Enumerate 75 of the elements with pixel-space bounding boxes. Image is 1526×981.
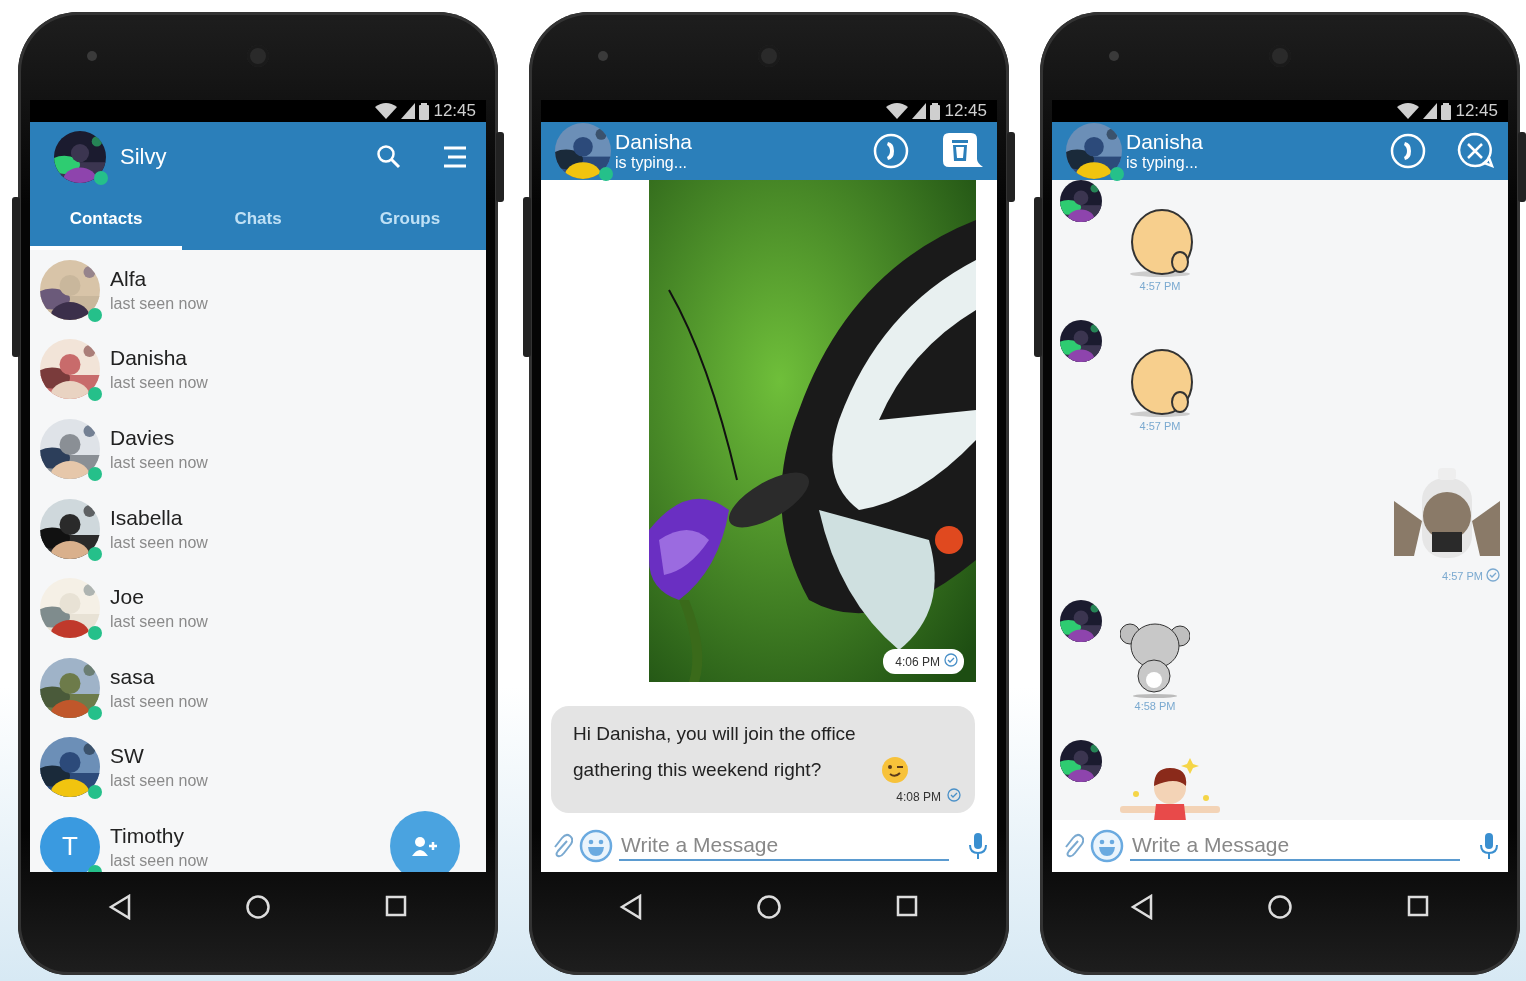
back-icon[interactable] <box>619 894 643 920</box>
battery-icon <box>419 102 430 120</box>
close-icon[interactable] <box>1456 132 1494 170</box>
menu-icon[interactable] <box>442 145 468 169</box>
call-icon[interactable] <box>1390 133 1426 169</box>
contact-name[interactable]: sasa <box>110 664 208 689</box>
call-icon[interactable] <box>873 133 909 169</box>
message-time: 4:58 PM <box>1134 700 1176 712</box>
status-time: 12:45 <box>433 101 476 121</box>
wifi-icon <box>1397 103 1420 119</box>
contact-status: last seen now <box>110 294 208 313</box>
status-time: 12:45 <box>944 101 987 121</box>
message-text: Hi Danisha, you will join the office gathering this weekend right? <box>573 722 857 782</box>
battery-icon <box>1441 102 1452 120</box>
back-icon[interactable] <box>108 894 132 920</box>
add-person-icon <box>412 835 438 856</box>
typing-status: is typing... <box>1126 154 1200 172</box>
check-icon <box>944 653 958 667</box>
emoji-icon[interactable] <box>579 829 613 863</box>
home-icon[interactable] <box>756 894 782 920</box>
message-field[interactable]: Write a Message <box>1130 831 1460 861</box>
signal-icon <box>401 103 416 119</box>
wifi-icon <box>375 103 398 119</box>
message-composer[interactable]: Write a Message <box>1052 820 1508 872</box>
recent-apps-icon[interactable] <box>384 894 408 918</box>
message-time: 4:57 PM <box>1442 570 1483 582</box>
avatar-initial: T <box>40 816 100 872</box>
microphone-icon[interactable] <box>969 833 987 859</box>
microphone-icon[interactable] <box>1480 833 1498 859</box>
wink-emoji-icon <box>881 756 909 784</box>
contact-name: Danisha <box>1126 130 1205 154</box>
status-time: 12:45 <box>1455 101 1498 121</box>
search-icon[interactable] <box>376 144 402 170</box>
message-time: 4:57 PM <box>1139 420 1181 432</box>
contact-name[interactable]: SW <box>110 744 208 769</box>
contact-name[interactable]: Alfa <box>110 266 208 291</box>
contact-name[interactable]: Davies <box>110 426 208 450</box>
signal-icon <box>1423 103 1438 119</box>
contact-name: Danisha <box>615 130 694 154</box>
home-icon[interactable] <box>1267 894 1293 920</box>
back-icon[interactable] <box>1130 894 1154 920</box>
attach-icon[interactable] <box>551 833 573 859</box>
contact-status: last seen now <box>110 454 208 472</box>
contact-name[interactable]: Timothy <box>110 823 208 848</box>
contact-status: last seen now <box>110 374 208 393</box>
home-icon[interactable] <box>245 894 271 920</box>
message-time: 4:06 PM <box>895 654 940 669</box>
recent-apps-icon[interactable] <box>895 894 919 918</box>
user-name: Silvy <box>120 144 168 170</box>
contact-name[interactable]: Isabella <box>110 505 208 530</box>
sensor-dot <box>598 51 608 61</box>
sensor-dot <box>87 51 97 61</box>
tab[interactable]: Contacts <box>30 192 182 250</box>
battery-icon <box>930 102 941 120</box>
signal-icon <box>912 103 927 119</box>
contact-status: last seen now <box>110 533 208 552</box>
wifi-icon <box>886 103 909 119</box>
emoji-icon[interactable] <box>1090 829 1124 863</box>
contact-name[interactable]: Danisha <box>110 346 208 371</box>
contact-status: last seen now <box>110 772 208 791</box>
contact-status: last seen now <box>110 692 208 711</box>
message-time: 4:08 PM <box>896 789 941 804</box>
sensor-dot <box>1109 51 1119 61</box>
message-field[interactable]: Write a Message <box>619 831 949 861</box>
typing-status: is typing... <box>615 154 689 172</box>
contact-status: last seen now <box>110 851 208 870</box>
contact-status: last seen now <box>110 613 208 632</box>
message-composer[interactable]: Write a Message <box>541 820 997 872</box>
add-contact-button[interactable] <box>390 810 460 872</box>
recent-apps-icon[interactable] <box>1406 894 1430 918</box>
contact-name[interactable]: Joe <box>110 585 208 610</box>
message-time: 4:57 PM <box>1139 280 1181 292</box>
check-icon <box>1486 568 1500 582</box>
check-icon <box>947 788 961 802</box>
attach-icon[interactable] <box>1062 833 1084 859</box>
